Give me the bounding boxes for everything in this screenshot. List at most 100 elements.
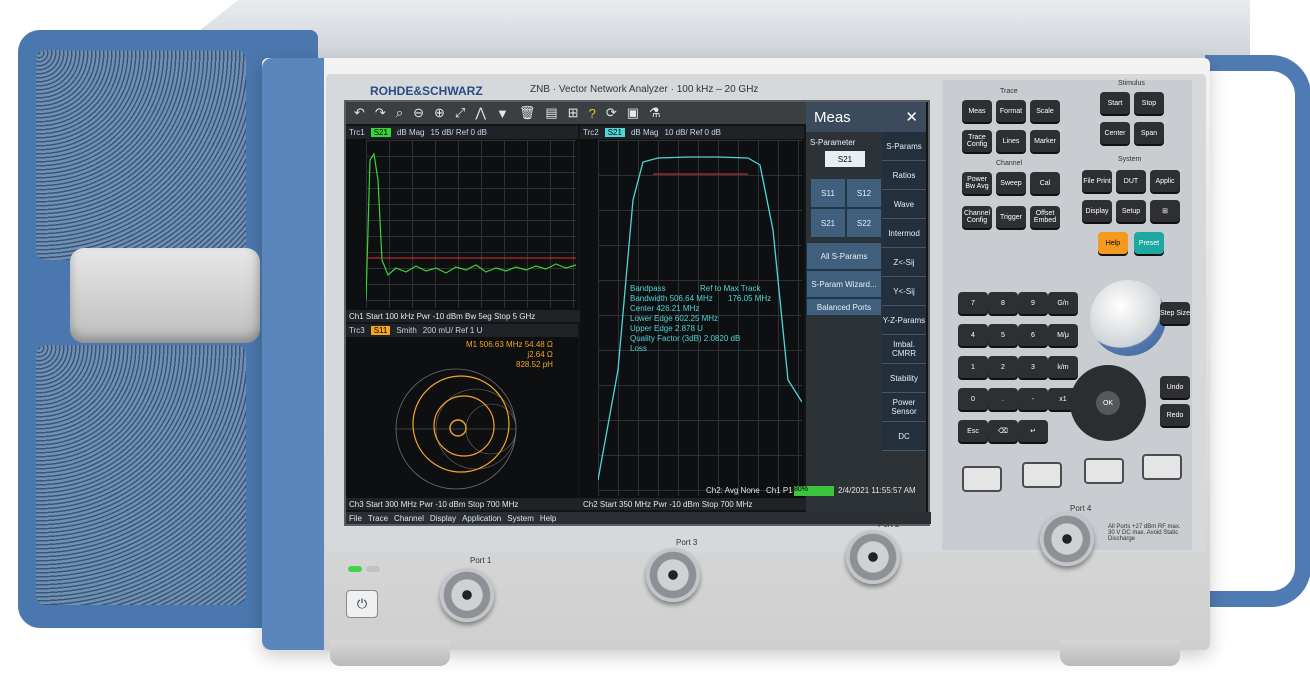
usb-port-3[interactable] xyxy=(1084,458,1124,484)
zoom-in-icon[interactable]: ⊕ xyxy=(434,105,445,121)
s21-button[interactable]: S21 xyxy=(810,208,846,238)
menu-trace[interactable]: Trace xyxy=(368,514,388,523)
setup-key[interactable]: Setup xyxy=(1116,200,1146,222)
port1-connector[interactable] xyxy=(440,568,494,622)
key-7[interactable]: 7 xyxy=(958,292,988,314)
menu-file[interactable]: File xyxy=(349,514,362,523)
step-size-key[interactable]: Step Size xyxy=(1160,302,1190,324)
key-3[interactable]: 3 xyxy=(1018,356,1048,378)
key-0[interactable]: 0 xyxy=(958,388,988,410)
sparam-selector[interactable]: S21 xyxy=(824,150,866,168)
menu-system[interactable]: System xyxy=(507,514,534,523)
navigation-pad[interactable]: OK xyxy=(1070,365,1146,441)
close-icon[interactable]: ✕ xyxy=(905,108,918,126)
help-key[interactable]: Help xyxy=(1098,232,1128,254)
key-minus[interactable]: - xyxy=(1018,388,1048,410)
trigger-key[interactable]: Trigger xyxy=(996,206,1026,228)
sweep-key[interactable]: Sweep xyxy=(996,172,1026,194)
trace3-header[interactable]: Trc3 S11 Smith 200 mU/ Ref 1 U xyxy=(346,324,578,337)
dut-key[interactable]: DUT xyxy=(1116,170,1146,192)
key-2[interactable]: 2 xyxy=(988,356,1018,378)
all-sparams-button[interactable]: All S-Params xyxy=(806,242,882,270)
delete-icon[interactable]: 🗑 xyxy=(519,105,536,121)
tab-ratios[interactable]: Ratios xyxy=(882,161,926,190)
scale-key[interactable]: Scale xyxy=(1030,100,1060,122)
trace1-header[interactable]: Trc1 S21 dB Mag 15 dB/ Ref 0 dB xyxy=(346,126,578,139)
tab-s-params[interactable]: S-Params xyxy=(882,132,926,161)
display-icon[interactable]: ▣ xyxy=(627,105,639,121)
trace1-pane[interactable]: Trc1 S21 dB Mag 15 dB/ Ref 0 dB Ch1 Star… xyxy=(346,126,581,322)
port3-connector[interactable] xyxy=(646,548,700,602)
tab-stability[interactable]: Stability xyxy=(882,364,926,393)
help-icon[interactable]: ? xyxy=(589,106,596,121)
key-9[interactable]: 9 xyxy=(1018,292,1048,314)
applic-key[interactable]: Applic xyxy=(1150,170,1180,192)
tab-wave[interactable]: Wave xyxy=(882,190,926,219)
key-dot[interactable]: . xyxy=(988,388,1018,410)
marker-key[interactable]: Marker xyxy=(1030,130,1060,152)
key-g-n[interactable]: G/n xyxy=(1048,292,1078,314)
center-key[interactable]: Center xyxy=(1100,122,1130,144)
enter-key[interactable]: ↵ xyxy=(1018,420,1048,442)
trace3-pane[interactable]: Trc3 S11 Smith 200 mU/ Ref 1 U M1 506.63… xyxy=(346,324,581,510)
start-key[interactable]: Start xyxy=(1100,92,1130,114)
balanced-ports-button[interactable]: Balanced Ports xyxy=(806,298,882,316)
stop-key[interactable]: Stop xyxy=(1134,92,1164,114)
tab-z-sij[interactable]: Z<-Sij xyxy=(882,248,926,277)
offset-embed-key[interactable]: Offset Embed xyxy=(1030,206,1060,228)
menu-application[interactable]: Application xyxy=(462,514,501,523)
esc-key[interactable]: Esc xyxy=(958,420,988,442)
zoom-out-icon[interactable]: ⊖ xyxy=(413,105,424,121)
s22-button[interactable]: S22 xyxy=(846,208,882,238)
tab-dc[interactable]: DC xyxy=(882,422,926,451)
menu-display[interactable]: Display xyxy=(430,514,456,523)
trace-config-key[interactable]: Trace Config xyxy=(962,130,992,152)
key-8[interactable]: 8 xyxy=(988,292,1018,314)
tab-y-sij[interactable]: Y<-Sij xyxy=(882,277,926,306)
windows-icon[interactable]: ⊞ xyxy=(568,105,579,121)
format-key[interactable]: Format xyxy=(996,100,1026,122)
key-6[interactable]: 6 xyxy=(1018,324,1048,346)
s11-button[interactable]: S11 xyxy=(810,178,846,208)
cal-key[interactable]: Cal xyxy=(1030,172,1060,194)
key-5[interactable]: 5 xyxy=(988,324,1018,346)
key-4[interactable]: 4 xyxy=(958,324,988,346)
file-print-key[interactable]: File Print xyxy=(1082,170,1112,192)
fullscreen-icon[interactable]: ⤢ xyxy=(455,105,465,121)
channel-config-key[interactable]: Channel Config xyxy=(962,206,992,228)
s12-button[interactable]: S12 xyxy=(846,178,882,208)
add-marker-icon[interactable]: ▼ xyxy=(496,106,509,121)
tab-intermod[interactable]: Intermod xyxy=(882,219,926,248)
sparam-wizard-button[interactable]: S-Param Wizard... xyxy=(806,270,882,298)
lines-key[interactable]: Lines xyxy=(996,130,1026,152)
touchscreen[interactable]: ↶ ↷ ⌕ ⊖ ⊕ ⤢ ⋀ ▼ 🗑 ▤ ⊞ ? ⟳ ▣ ⚗ Trc1 S21 d… xyxy=(344,100,931,526)
undo-key[interactable]: Undo xyxy=(1160,376,1190,398)
print-icon[interactable]: ▤ xyxy=(545,105,557,121)
usb-port-4[interactable] xyxy=(1142,454,1182,480)
undo-icon[interactable]: ↶ xyxy=(354,105,365,121)
display-key[interactable]: Display xyxy=(1082,200,1112,222)
port2-connector[interactable] xyxy=(846,530,900,584)
preset-key[interactable]: Preset xyxy=(1134,232,1164,254)
power-bw-avg-key[interactable]: Power Bw Avg xyxy=(962,172,992,194)
tab-yz-params[interactable]: Y-Z-Params xyxy=(882,306,926,335)
trace2-header[interactable]: Trc2 S21 dB Mag 10 dB/ Ref 0 dB xyxy=(580,126,804,139)
meas-key[interactable]: Meas xyxy=(962,100,992,122)
rotary-knob[interactable] xyxy=(1090,280,1166,356)
add-trace-icon[interactable]: ⋀ xyxy=(475,105,486,121)
wizard-icon[interactable]: ⚗ xyxy=(649,105,661,121)
windows-icon[interactable]: ⊞ xyxy=(1150,200,1180,222)
ok-key[interactable]: OK xyxy=(1096,391,1120,415)
tab-imbal-cmrr[interactable]: Imbal. CMRR xyxy=(882,335,926,364)
refresh-icon[interactable]: ⟳ xyxy=(606,105,617,121)
usb-port-2[interactable] xyxy=(1022,462,1062,488)
port4-connector[interactable] xyxy=(1040,512,1094,566)
key-k-m[interactable]: k/m xyxy=(1048,356,1078,378)
usb-port-1[interactable] xyxy=(962,466,1002,492)
menu-help[interactable]: Help xyxy=(540,514,556,523)
zoom-icon[interactable]: ⌕ xyxy=(396,105,403,121)
power-button[interactable]: ⏻ xyxy=(346,590,378,618)
menu-channel[interactable]: Channel xyxy=(394,514,424,523)
key-1[interactable]: 1 xyxy=(958,356,988,378)
redo-icon[interactable]: ↷ xyxy=(375,105,386,121)
